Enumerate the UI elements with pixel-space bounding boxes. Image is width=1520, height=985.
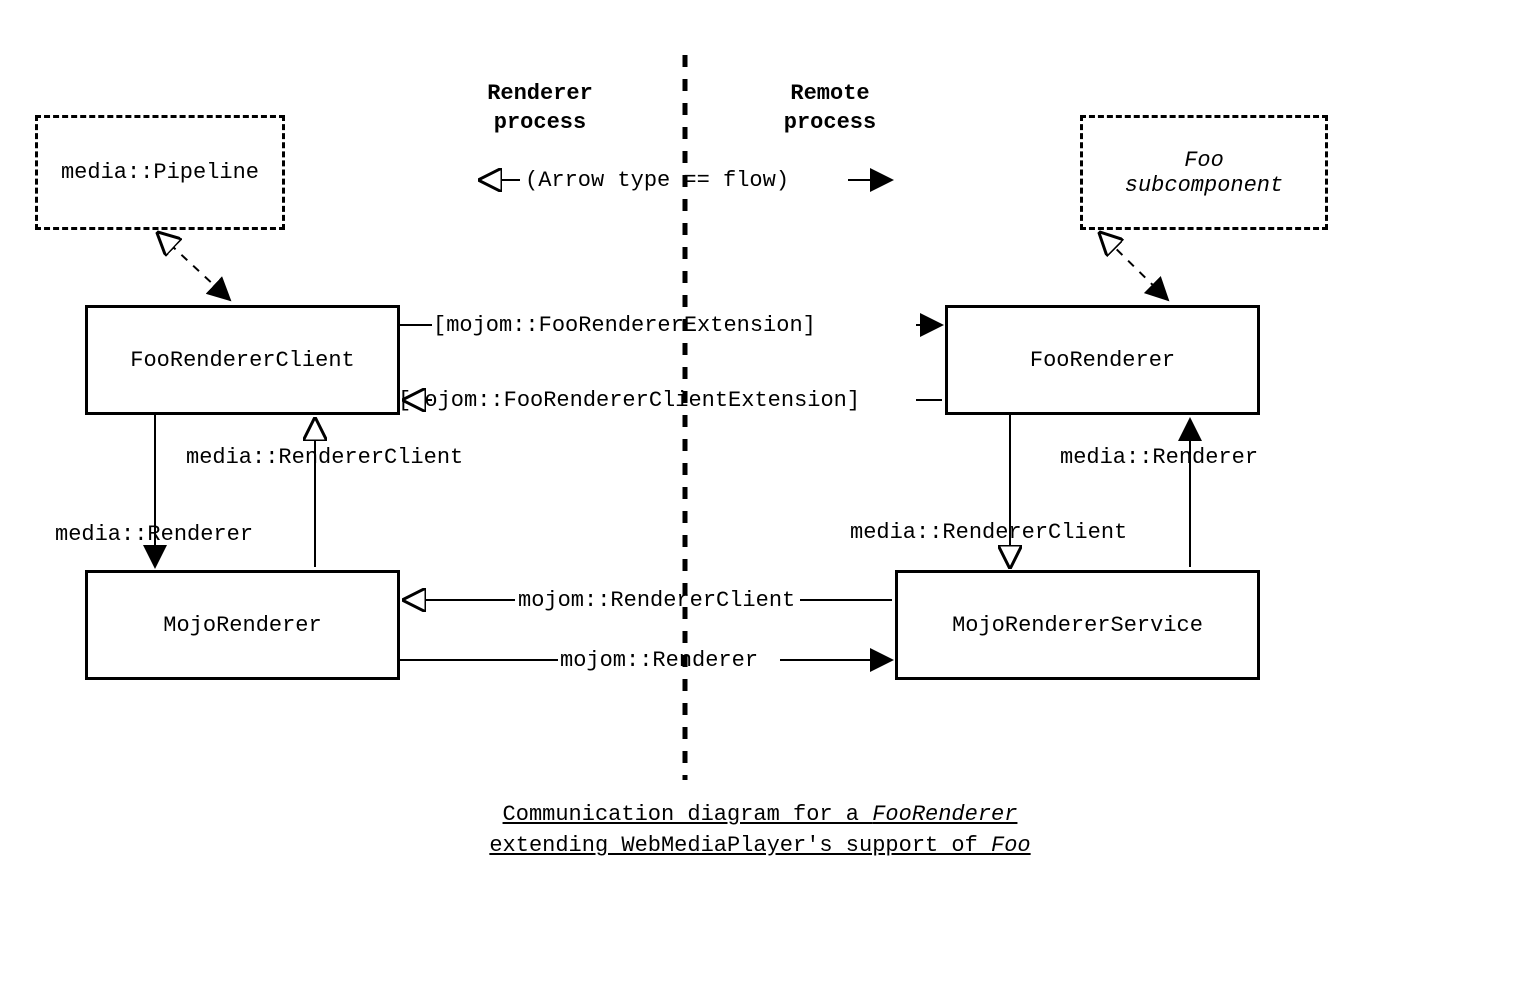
media-renderer-right-label: media::Renderer [1060,445,1258,470]
mojo-renderer-box: MojoRenderer [85,570,400,680]
foo-subcomponent-label-2: subcomponent [1125,173,1283,198]
mojom-renderer-label: mojom::Renderer [560,648,758,673]
legend-text: (Arrow type == flow) [525,168,789,193]
media-renderer-client-left-label: media::RendererClient [186,445,463,470]
ext-top-label: [mojom::FooRendererExtension] [433,313,816,338]
media-pipeline-label: media::Pipeline [61,160,259,185]
media-pipeline-box: media::Pipeline [35,115,285,230]
media-renderer-left-label: media::Renderer [55,522,253,547]
ext-bot-label: [mojom::FooRendererClientExtension] [398,388,860,413]
mojo-renderer-label: MojoRenderer [163,613,321,638]
caption-line2-text: extending WebMediaPlayer's support of [489,833,991,858]
caption-line2-em: Foo [991,833,1031,858]
foo-renderer-client-box: FooRendererClient [85,305,400,415]
mojo-renderer-service-label: MojoRendererService [952,613,1203,638]
mojom-renderer-client-label: mojom::RendererClient [518,588,795,613]
foo-renderer-box: FooRenderer [945,305,1260,415]
diagram-caption: Communication diagram for a FooRenderer … [350,800,1170,862]
foo-subcomponent-box: Foo subcomponent [1080,115,1328,230]
media-renderer-client-right-label: media::RendererClient [850,520,1127,545]
caption-line1-em: FooRenderer [872,802,1017,827]
caption-line1-text: Communication diagram for a [503,802,873,827]
renderer-process-title: Renderer process [430,80,650,137]
foo-subcomponent-label-1: Foo [1184,148,1224,173]
remote-process-title: Remote process [720,80,940,137]
foo-renderer-client-label: FooRendererClient [130,348,354,373]
foo-renderer-label: FooRenderer [1030,348,1175,373]
mojo-renderer-service-box: MojoRendererService [895,570,1260,680]
